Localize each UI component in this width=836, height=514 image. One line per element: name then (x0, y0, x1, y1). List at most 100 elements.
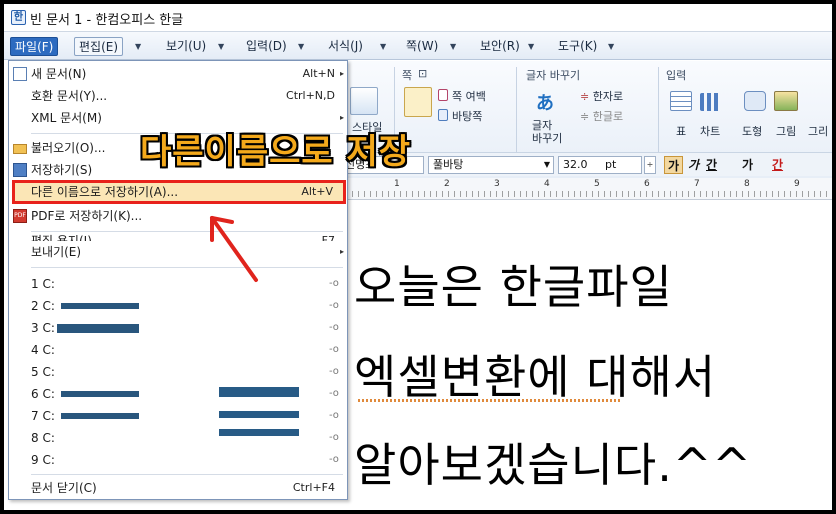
draw-button-label[interactable]: 그리 (808, 123, 828, 139)
page-group-expand-icon[interactable]: ⊡ (418, 67, 427, 80)
style-icon[interactable] (350, 87, 378, 115)
menu-security[interactable]: 보안(R) (476, 37, 524, 56)
chart-icon[interactable] (700, 93, 722, 111)
menu-item-compat[interactable]: 호환 문서(Y)... Ctrl+N,D (9, 85, 347, 107)
font-size-field[interactable]: 32.0 pt (558, 156, 642, 174)
underline-button[interactable]: 간 (706, 156, 717, 174)
font-color-button[interactable]: 간 (772, 156, 783, 174)
shortcut-label: Alt+N (302, 67, 335, 80)
page-margin-icon (438, 89, 448, 101)
redacted-path (61, 303, 139, 309)
chevron-down-icon[interactable]: ▼ (528, 42, 534, 51)
to-hangul-label: 한글로 (592, 110, 624, 123)
recent-file-item[interactable]: 4 C: -o (9, 339, 347, 361)
menu-page[interactable]: 쪽(W) (402, 37, 442, 56)
shape-button-label[interactable]: 도형 (742, 123, 762, 139)
char-replace-button-label[interactable]: 글자 바꾸기 (532, 119, 568, 145)
menu-file[interactable]: 파일(F) (10, 37, 59, 56)
chart-button-label[interactable]: 차트 (700, 123, 720, 139)
char-replace-icon[interactable]: あ (536, 89, 562, 114)
pin-icon[interactable]: -o (329, 345, 341, 355)
page-layout-icon[interactable] (404, 87, 432, 117)
horizontal-ruler[interactable]: 1 2 3 4 5 6 7 8 9 (346, 178, 832, 200)
redacted-path (61, 413, 139, 419)
document-line-2: 엑셀변환에 대해서 (354, 350, 717, 404)
hangul-icon: ≑ (580, 110, 590, 123)
shortcut-label: Ctrl+N,D (286, 89, 335, 102)
menu-edit[interactable]: 편집(E) (74, 37, 124, 56)
menu-item-send[interactable]: 보내기(E) ▸ (9, 241, 347, 263)
menu-view[interactable]: 보기(U) (162, 37, 210, 56)
redacted-path (61, 391, 139, 397)
spellcheck-underline (358, 399, 620, 402)
menu-item-save-pdf[interactable]: PDF PDF로 저장하기(K)... (9, 205, 347, 227)
picture-icon[interactable] (774, 91, 798, 111)
recent-file-item[interactable]: 5 C: -o (9, 361, 347, 383)
pin-icon[interactable]: -o (329, 455, 341, 465)
pin-icon[interactable]: -o (329, 279, 341, 289)
menu-item-save-as[interactable]: 다른 이름으로 저장하기(A)... Alt+V (12, 180, 346, 204)
recent-file-label: 4 C: (31, 343, 55, 357)
page-margin-button[interactable]: 쪽 여백 (452, 88, 486, 104)
pin-icon[interactable]: -o (329, 433, 341, 443)
recent-file-item[interactable]: 1 C: -o (9, 273, 347, 295)
save-icon (13, 163, 27, 177)
ruler-number: 9 (794, 179, 800, 189)
menu-item-save-as-label: 다른 이름으로 저장하기(A)... (31, 185, 179, 199)
pin-icon[interactable]: -o (329, 367, 341, 377)
to-hanja-button[interactable]: ≑ 한자로 (580, 88, 623, 104)
chevron-down-icon[interactable]: ▼ (608, 42, 614, 51)
shortcut-label: Alt+V (301, 185, 333, 198)
hwp-app-icon: 한 (11, 10, 26, 25)
pin-icon[interactable]: -o (329, 323, 341, 333)
chevron-down-icon[interactable]: ▼ (298, 42, 304, 51)
recent-file-item[interactable]: 7 C: -o (9, 405, 347, 427)
submenu-arrow-icon: ▸ (339, 69, 344, 78)
chevron-down-icon[interactable]: ▼ (544, 157, 550, 173)
chevron-down-icon[interactable]: ▼ (135, 42, 141, 51)
italic-button[interactable]: 가 (688, 156, 699, 174)
table-icon[interactable] (670, 91, 692, 111)
menu-item-new[interactable]: 새 문서(N) Alt+N ▸ (9, 63, 347, 85)
size-stepper-icon[interactable]: ÷ (644, 156, 656, 174)
strike-button[interactable]: 가 (742, 156, 753, 174)
table-button-label[interactable]: 표 (676, 123, 686, 139)
pdf-icon: PDF (13, 209, 27, 223)
menu-item-save-label: 저장하기(S) (31, 163, 93, 177)
document-line-1: 오늘은 한글파일 (354, 260, 673, 314)
menu-tools[interactable]: 도구(K) (554, 37, 601, 56)
chevron-down-icon[interactable]: ▼ (380, 42, 386, 51)
submenu-arrow-icon: ▸ (339, 247, 344, 256)
chevron-down-icon[interactable]: ▼ (218, 42, 224, 51)
ruler-number: 6 (644, 179, 650, 189)
ruler-ticks (346, 191, 832, 197)
recent-file-item[interactable]: 3 C: -o (9, 317, 347, 339)
recent-file-item[interactable]: 2 C: -o (9, 295, 347, 317)
to-hanja-label: 한자로 (592, 90, 624, 103)
font-selector[interactable]: 풀바탕 ▼ (428, 156, 554, 174)
document-area[interactable]: 오늘은 한글파일 엑셀변환에 대해서 알아보겠습니다.^^ (346, 201, 832, 510)
chevron-down-icon[interactable]: ▼ (450, 42, 456, 51)
menu-item-close[interactable]: 문서 닫기(C) Ctrl+F4 (9, 477, 347, 499)
menu-insert[interactable]: 입력(D) (242, 37, 291, 56)
recent-file-label: 7 C: (31, 409, 55, 423)
picture-button-label[interactable]: 그림 (776, 123, 796, 139)
ruler-number: 7 (694, 179, 700, 189)
recent-file-item[interactable]: 9 C: -o (9, 449, 347, 471)
pin-icon[interactable]: -o (329, 301, 341, 311)
font-name-2: 풀바탕 (433, 158, 464, 171)
menu-format[interactable]: 서식(J) (324, 37, 367, 56)
shape-icon[interactable] (744, 91, 766, 111)
pin-icon[interactable]: -o (329, 389, 341, 399)
pin-icon[interactable]: -o (329, 411, 341, 421)
menu-item-compat-label: 호환 문서(Y)... (31, 89, 108, 103)
master-page-button[interactable]: 바탕쪽 (452, 108, 482, 124)
to-hangul-button[interactable]: ≑ 한글로 (580, 108, 623, 124)
recent-file-item[interactable]: 8 C: -o (9, 427, 347, 449)
menu-item-page-setup[interactable]: 편집 용지(J)... F7 (9, 227, 347, 241)
menu-separator (31, 474, 343, 475)
bold-button[interactable]: 가 (664, 156, 684, 174)
overlay-caption: 다른이름으로 저장 (140, 132, 412, 172)
hanja-icon: ≑ (580, 90, 590, 103)
recent-file-item[interactable]: 6 C: -o (9, 383, 347, 405)
